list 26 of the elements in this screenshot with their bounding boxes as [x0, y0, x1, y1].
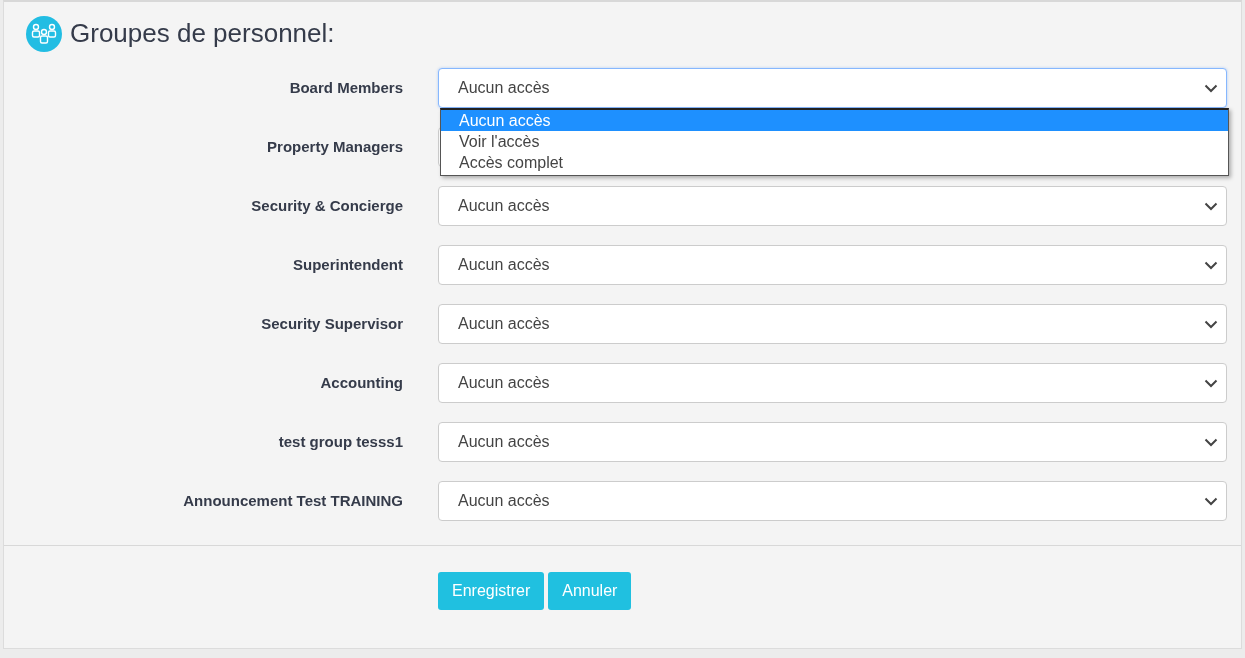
- dropdown-option[interactable]: Voir l'accès: [441, 131, 1228, 152]
- access-select[interactable]: Aucun accès: [438, 186, 1227, 226]
- dropdown-option[interactable]: Accès complet: [441, 152, 1228, 173]
- access-select[interactable]: Aucun accès: [438, 304, 1227, 344]
- group-icon: [26, 16, 62, 52]
- chevron-down-icon: [1204, 83, 1218, 93]
- chevron-down-icon: [1204, 378, 1218, 388]
- group-label: test group tesss1: [277, 431, 403, 452]
- group-label: Property Managers: [266, 136, 403, 157]
- group-label: Superintendent: [292, 254, 403, 275]
- group-label: Security Supervisor: [260, 313, 403, 334]
- access-select[interactable]: Aucun accès: [438, 422, 1227, 462]
- access-select[interactable]: Aucun accès: [438, 68, 1227, 108]
- group-label: Accounting: [319, 372, 403, 393]
- access-select[interactable]: Aucun accès: [438, 245, 1227, 285]
- page-title: Groupes de personnel:: [70, 18, 335, 50]
- group-label: Board Members: [288, 77, 403, 98]
- group-label: Security & Concierge: [250, 195, 403, 216]
- chevron-down-icon: [1204, 201, 1218, 211]
- access-select[interactable]: Aucun accès: [438, 481, 1227, 521]
- group-label: Announcement Test TRAINING: [182, 490, 403, 511]
- chevron-down-icon: [1204, 319, 1218, 329]
- chevron-down-icon: [1204, 437, 1218, 447]
- chevron-down-icon: [1204, 496, 1218, 506]
- chevron-down-icon: [1204, 260, 1218, 270]
- access-select[interactable]: Aucun accès: [438, 363, 1227, 403]
